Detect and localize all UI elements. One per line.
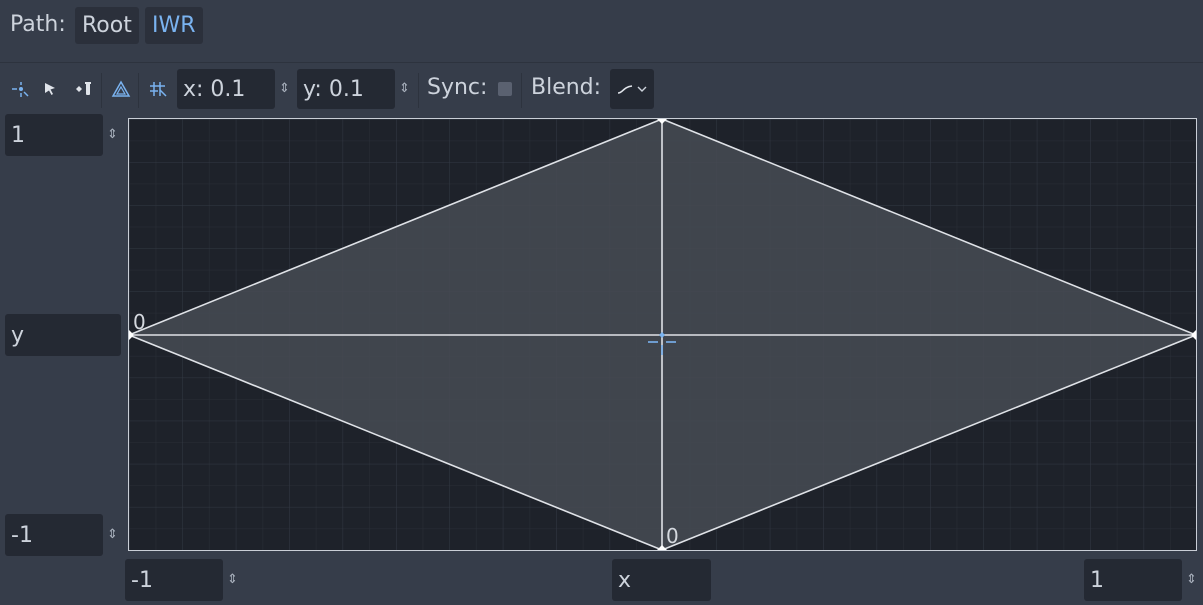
blend-space-graph[interactable]: 0 0 [129,119,1196,550]
grid-snap-icon[interactable] [147,78,169,100]
x-label-input[interactable]: x [612,559,711,601]
divider [0,62,1203,63]
blend-space-canvas[interactable]: 0 0 [128,118,1197,551]
y-max-stepper-icon[interactable]: ⇕ [107,128,118,141]
create-point-icon[interactable] [9,78,31,100]
x-max-value: 1 [1090,567,1104,593]
blend-curve-icon [617,85,633,94]
y-min-input[interactable]: -1 [5,514,103,556]
sync-checkbox[interactable] [498,82,512,96]
blend-mode-dropdown[interactable] [610,69,654,109]
y-min-value: -1 [11,522,33,548]
x-max-input[interactable]: 1 [1084,559,1182,601]
toolbar-separator [101,73,102,108]
blend-label: Blend: [531,75,602,100]
x-min-stepper-icon[interactable]: ⇕ [227,573,238,586]
select-arrow-icon[interactable] [39,78,61,100]
erase-point-icon[interactable] [73,78,95,100]
path-label: Path: [10,12,66,37]
toolbar-separator [521,73,522,108]
x-label-value: x [618,567,632,593]
y-label-input[interactable]: y [5,314,121,356]
breadcrumb-iwr[interactable]: IWR [145,7,203,44]
y-max-value: 1 [11,122,25,148]
y-label-value: y [11,322,25,348]
y-max-input[interactable]: 1 [5,114,103,156]
sync-label: Sync: [427,75,488,100]
point-label-left: 0 [133,310,146,334]
snap-x-input[interactable]: x: 0.1 [177,69,275,109]
snap-y-value: y: 0.1 [303,76,364,102]
x-max-stepper-icon[interactable]: ⇕ [1186,573,1197,586]
chevron-down-icon [637,86,647,92]
snap-x-value: x: 0.1 [183,76,246,102]
x-min-value: -1 [131,567,153,593]
snap-y-input[interactable]: y: 0.1 [297,69,395,109]
breadcrumb-root[interactable]: Root [75,7,139,44]
snap-triangle-icon[interactable] [110,78,132,100]
point-label-bottom: 0 [666,524,679,548]
toolbar-separator [138,73,139,108]
snap-x-stepper-icon[interactable]: ⇕ [279,82,290,95]
x-min-input[interactable]: -1 [125,559,223,601]
toolbar-separator [418,73,419,108]
y-min-stepper-icon[interactable]: ⇕ [107,528,118,541]
snap-y-stepper-icon[interactable]: ⇕ [399,82,410,95]
